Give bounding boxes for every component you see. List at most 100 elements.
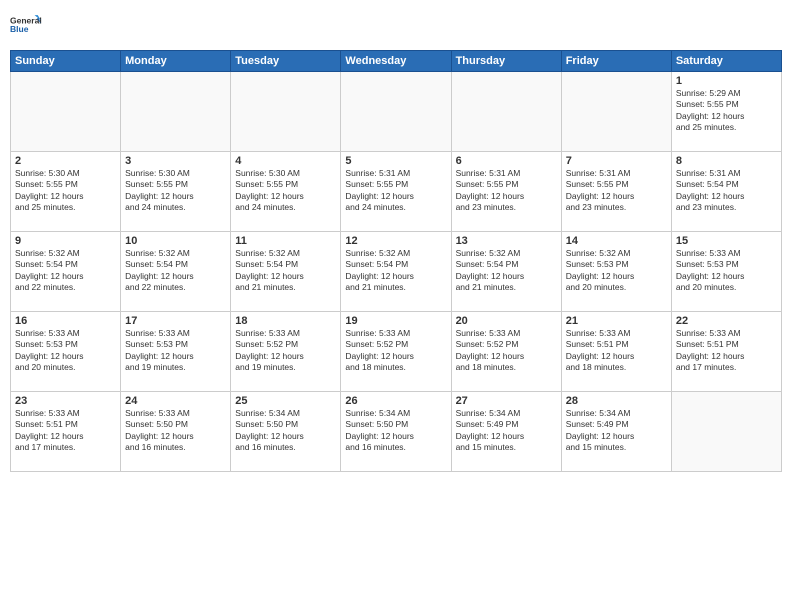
calendar-day-cell: 28Sunrise: 5:34 AM Sunset: 5:49 PM Dayli… bbox=[561, 392, 671, 472]
weekday-header-sunday: Sunday bbox=[11, 51, 121, 72]
calendar-day-cell: 9Sunrise: 5:32 AM Sunset: 5:54 PM Daylig… bbox=[11, 232, 121, 312]
day-info: Sunrise: 5:32 AM Sunset: 5:54 PM Dayligh… bbox=[15, 248, 116, 294]
day-info: Sunrise: 5:32 AM Sunset: 5:53 PM Dayligh… bbox=[566, 248, 667, 294]
calendar-header: SundayMondayTuesdayWednesdayThursdayFrid… bbox=[11, 51, 782, 72]
svg-text:Blue: Blue bbox=[10, 24, 29, 34]
calendar-day-cell: 18Sunrise: 5:33 AM Sunset: 5:52 PM Dayli… bbox=[231, 312, 341, 392]
calendar-week-row: 16 Sunrise: 5:33 AM Sunset: 5:53 PM Dayli… bbox=[11, 312, 782, 392]
calendar-day-cell bbox=[231, 72, 341, 152]
day-info: Sunrise: 5:33 AM Sunset: 5:52 PM Dayligh… bbox=[456, 328, 557, 374]
calendar-day-cell: 19Sunrise: 5:33 AM Sunset: 5:52 PM Dayli… bbox=[341, 312, 451, 392]
day-number: 14 bbox=[566, 235, 667, 247]
day-info: Sunrise: 5:33 AM Sunset: 5:51 PM Dayligh… bbox=[566, 328, 667, 374]
calendar-day-cell bbox=[11, 72, 121, 152]
day-number: 10 bbox=[125, 235, 226, 247]
day-info: Sunrise: 5:30 AM Sunset: 5:55 PM Dayligh… bbox=[235, 168, 336, 214]
calendar-day-cell: 27Sunrise: 5:34 AM Sunset: 5:49 PM Dayli… bbox=[451, 392, 561, 472]
day-number: 16 bbox=[15, 315, 116, 327]
calendar-day-cell: 10Sunrise: 5:32 AM Sunset: 5:54 PM Dayli… bbox=[121, 232, 231, 312]
calendar-day-cell bbox=[341, 72, 451, 152]
day-number: 3 bbox=[125, 155, 226, 167]
day-info: Sunrise: 5:33 AM Sunset: 5:51 PM Dayligh… bbox=[676, 328, 777, 374]
weekday-header-wednesday: Wednesday bbox=[341, 51, 451, 72]
weekday-header-tuesday: Tuesday bbox=[231, 51, 341, 72]
day-number: 21 bbox=[566, 315, 667, 327]
calendar-day-cell bbox=[451, 72, 561, 152]
day-info: Sunrise: 5:33 AM Sunset: 5:53 PM Dayligh… bbox=[125, 328, 226, 374]
day-number: 24 bbox=[125, 395, 226, 407]
day-info: Sunrise: 5:33 AM Sunset: 5:51 PM Dayligh… bbox=[15, 408, 116, 454]
day-info: Sunrise: 5:34 AM Sunset: 5:50 PM Dayligh… bbox=[345, 408, 446, 454]
calendar-day-cell: 11Sunrise: 5:32 AM Sunset: 5:54 PM Dayli… bbox=[231, 232, 341, 312]
day-number: 11 bbox=[235, 235, 336, 247]
day-number: 25 bbox=[235, 395, 336, 407]
calendar-day-cell: 15Sunrise: 5:33 AM Sunset: 5:53 PM Dayli… bbox=[671, 232, 781, 312]
calendar-day-cell: 13Sunrise: 5:32 AM Sunset: 5:54 PM Dayli… bbox=[451, 232, 561, 312]
logo-icon: GeneralBlue bbox=[10, 10, 42, 42]
day-number: 7 bbox=[566, 155, 667, 167]
calendar-day-cell bbox=[561, 72, 671, 152]
day-number: 18 bbox=[235, 315, 336, 327]
day-info: Sunrise: 5:34 AM Sunset: 5:50 PM Dayligh… bbox=[235, 408, 336, 454]
weekday-header-monday: Monday bbox=[121, 51, 231, 72]
day-info: Sunrise: 5:31 AM Sunset: 5:55 PM Dayligh… bbox=[456, 168, 557, 214]
day-number: 1 bbox=[676, 75, 777, 87]
calendar-day-cell: 7Sunrise: 5:31 AM Sunset: 5:55 PM Daylig… bbox=[561, 152, 671, 232]
calendar-day-cell: 4Sunrise: 5:30 AM Sunset: 5:55 PM Daylig… bbox=[231, 152, 341, 232]
day-info: Sunrise: 5:30 AM Sunset: 5:55 PM Dayligh… bbox=[15, 168, 116, 214]
day-info: Sunrise: 5:33 AM Sunset: 5:50 PM Dayligh… bbox=[125, 408, 226, 454]
day-number: 8 bbox=[676, 155, 777, 167]
day-info: Sunrise: 5:33 AM Sunset: 5:53 PM Dayligh… bbox=[676, 248, 777, 294]
calendar-day-cell: 6Sunrise: 5:31 AM Sunset: 5:55 PM Daylig… bbox=[451, 152, 561, 232]
day-info: Sunrise: 5:32 AM Sunset: 5:54 PM Dayligh… bbox=[235, 248, 336, 294]
calendar-day-cell: 21Sunrise: 5:33 AM Sunset: 5:51 PM Dayli… bbox=[561, 312, 671, 392]
day-info: Sunrise: 5:33 AM Sunset: 5:52 PM Dayligh… bbox=[345, 328, 446, 374]
calendar-day-cell: 24Sunrise: 5:33 AM Sunset: 5:50 PM Dayli… bbox=[121, 392, 231, 472]
calendar-day-cell: 20Sunrise: 5:33 AM Sunset: 5:52 PM Dayli… bbox=[451, 312, 561, 392]
calendar-day-cell: 3Sunrise: 5:30 AM Sunset: 5:55 PM Daylig… bbox=[121, 152, 231, 232]
day-number: 27 bbox=[456, 395, 557, 407]
calendar-day-cell: 8Sunrise: 5:31 AM Sunset: 5:54 PM Daylig… bbox=[671, 152, 781, 232]
calendar-week-row: 9Sunrise: 5:32 AM Sunset: 5:54 PM Daylig… bbox=[11, 232, 782, 312]
day-number: 17 bbox=[125, 315, 226, 327]
weekday-header-friday: Friday bbox=[561, 51, 671, 72]
page: GeneralBlue SundayMondayTuesdayWednesday… bbox=[0, 0, 792, 612]
day-number: 13 bbox=[456, 235, 557, 247]
day-info: Sunrise: 5:32 AM Sunset: 5:54 PM Dayligh… bbox=[456, 248, 557, 294]
day-info: Sunrise: 5:33 AM Sunset: 5:52 PM Dayligh… bbox=[235, 328, 336, 374]
logo: GeneralBlue bbox=[10, 10, 44, 42]
day-info: Sunrise: 5:34 AM Sunset: 5:49 PM Dayligh… bbox=[566, 408, 667, 454]
day-info: Sunrise: 5:31 AM Sunset: 5:55 PM Dayligh… bbox=[566, 168, 667, 214]
calendar-day-cell: 12Sunrise: 5:32 AM Sunset: 5:54 PM Dayli… bbox=[341, 232, 451, 312]
day-info: Sunrise: 5:30 AM Sunset: 5:55 PM Dayligh… bbox=[125, 168, 226, 214]
day-number: 22 bbox=[676, 315, 777, 327]
calendar-day-cell bbox=[121, 72, 231, 152]
day-info: Sunrise: 5:29 AM Sunset: 5:55 PM Dayligh… bbox=[676, 88, 777, 134]
day-number: 5 bbox=[345, 155, 446, 167]
header: GeneralBlue bbox=[10, 10, 782, 42]
calendar-day-cell: 1Sunrise: 5:29 AM Sunset: 5:55 PM Daylig… bbox=[671, 72, 781, 152]
calendar-day-cell: 16Sunrise: 5:33 AM Sunset: 5:53 PM Dayli… bbox=[11, 312, 121, 392]
calendar-week-row: 1Sunrise: 5:29 AM Sunset: 5:55 PM Daylig… bbox=[11, 72, 782, 152]
weekday-row: SundayMondayTuesdayWednesdayThursdayFrid… bbox=[11, 51, 782, 72]
day-info: Sunrise: 5:31 AM Sunset: 5:55 PM Dayligh… bbox=[345, 168, 446, 214]
day-number: 26 bbox=[345, 395, 446, 407]
weekday-header-thursday: Thursday bbox=[451, 51, 561, 72]
calendar-day-cell: 23Sunrise: 5:33 AM Sunset: 5:51 PM Dayli… bbox=[11, 392, 121, 472]
day-info: Sunrise: 5:31 AM Sunset: 5:54 PM Dayligh… bbox=[676, 168, 777, 214]
day-number: 9 bbox=[15, 235, 116, 247]
calendar-day-cell: 22Sunrise: 5:33 AM Sunset: 5:51 PM Dayli… bbox=[671, 312, 781, 392]
weekday-header-saturday: Saturday bbox=[671, 51, 781, 72]
calendar-day-cell: 14Sunrise: 5:32 AM Sunset: 5:53 PM Dayli… bbox=[561, 232, 671, 312]
day-info: Sunrise: 5:32 AM Sunset: 5:54 PM Dayligh… bbox=[345, 248, 446, 294]
calendar-day-cell: 25Sunrise: 5:34 AM Sunset: 5:50 PM Dayli… bbox=[231, 392, 341, 472]
day-info: Sunrise: 5:32 AM Sunset: 5:54 PM Dayligh… bbox=[125, 248, 226, 294]
day-info: Sunrise: 5:34 AM Sunset: 5:49 PM Dayligh… bbox=[456, 408, 557, 454]
calendar-day-cell: 2Sunrise: 5:30 AM Sunset: 5:55 PM Daylig… bbox=[11, 152, 121, 232]
day-number: 2 bbox=[15, 155, 116, 167]
day-number: 19 bbox=[345, 315, 446, 327]
day-number: 20 bbox=[456, 315, 557, 327]
day-number: 12 bbox=[345, 235, 446, 247]
day-number: 28 bbox=[566, 395, 667, 407]
calendar-body: 1Sunrise: 5:29 AM Sunset: 5:55 PM Daylig… bbox=[11, 72, 782, 472]
